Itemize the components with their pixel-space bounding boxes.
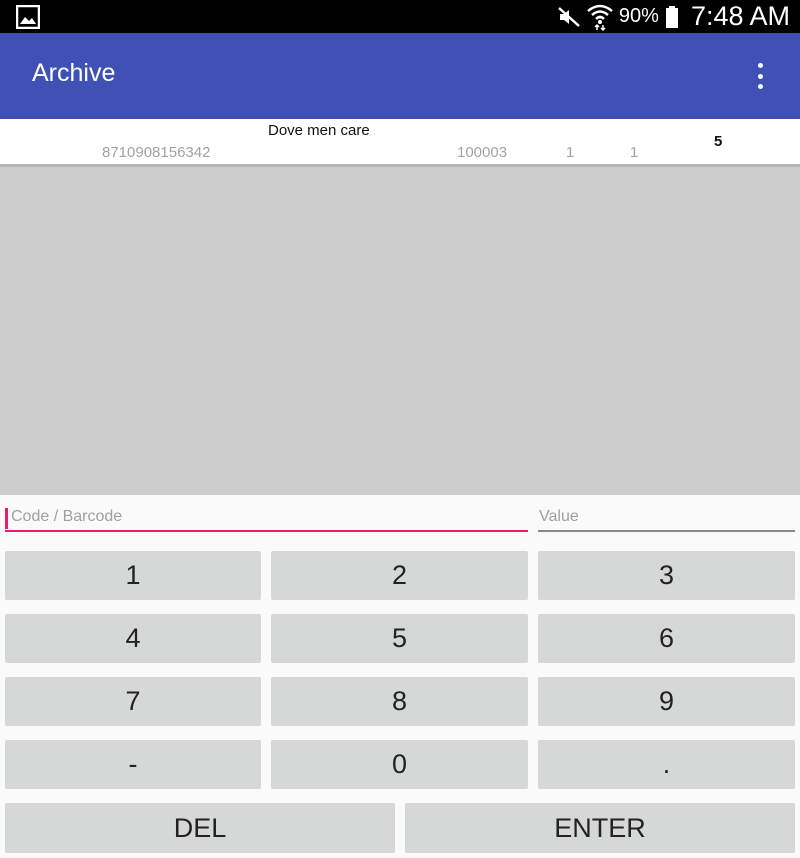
item-code: 100003 <box>457 144 508 161</box>
key-7-button[interactable]: 7 <box>5 677 261 726</box>
item-name: Dove men care <box>268 122 370 139</box>
battery-icon <box>665 5 678 28</box>
item-barcode: 8710908156342 <box>102 144 211 161</box>
page-title: Archive <box>32 59 116 87</box>
key-9-button[interactable]: 9 <box>538 677 795 726</box>
key-dot-button[interactable]: . <box>538 740 795 789</box>
key-1-button[interactable]: 1 <box>5 551 261 600</box>
key-5-button[interactable]: 5 <box>271 614 528 663</box>
list-item[interactable]: Dove men care 8710908156342 100003 1 1 5 <box>0 119 800 167</box>
key-minus-button[interactable]: - <box>5 740 261 789</box>
wifi-icon <box>587 4 613 31</box>
key-2-button[interactable]: 2 <box>271 551 528 600</box>
key-8-button[interactable]: 8 <box>271 677 528 726</box>
text-cursor <box>5 508 8 529</box>
gallery-icon <box>16 5 40 29</box>
key-3-button[interactable]: 3 <box>538 551 795 600</box>
key-0-button[interactable]: 0 <box>271 740 528 789</box>
key-6-button[interactable]: 6 <box>538 614 795 663</box>
del-button[interactable]: DEL <box>5 803 395 853</box>
item-quantity: 1 <box>566 144 575 161</box>
archive-list[interactable]: Dove men care 8710908156342 100003 1 1 5 <box>0 119 800 495</box>
status-bar: 90% 7:48 AM <box>0 0 800 33</box>
app-bar: Archive <box>0 33 800 119</box>
overflow-menu-icon[interactable] <box>750 63 770 89</box>
enter-button[interactable]: ENTER <box>405 803 795 853</box>
clock: 7:48 AM <box>690 1 790 31</box>
key-4-button[interactable]: 4 <box>5 614 261 663</box>
value-input[interactable] <box>538 504 795 532</box>
mute-icon <box>558 6 580 27</box>
battery-percent: 90% <box>618 5 659 27</box>
code-barcode-input[interactable] <box>5 504 528 532</box>
item-quantity-2: 1 <box>630 144 639 161</box>
item-total: 5 <box>714 133 723 150</box>
